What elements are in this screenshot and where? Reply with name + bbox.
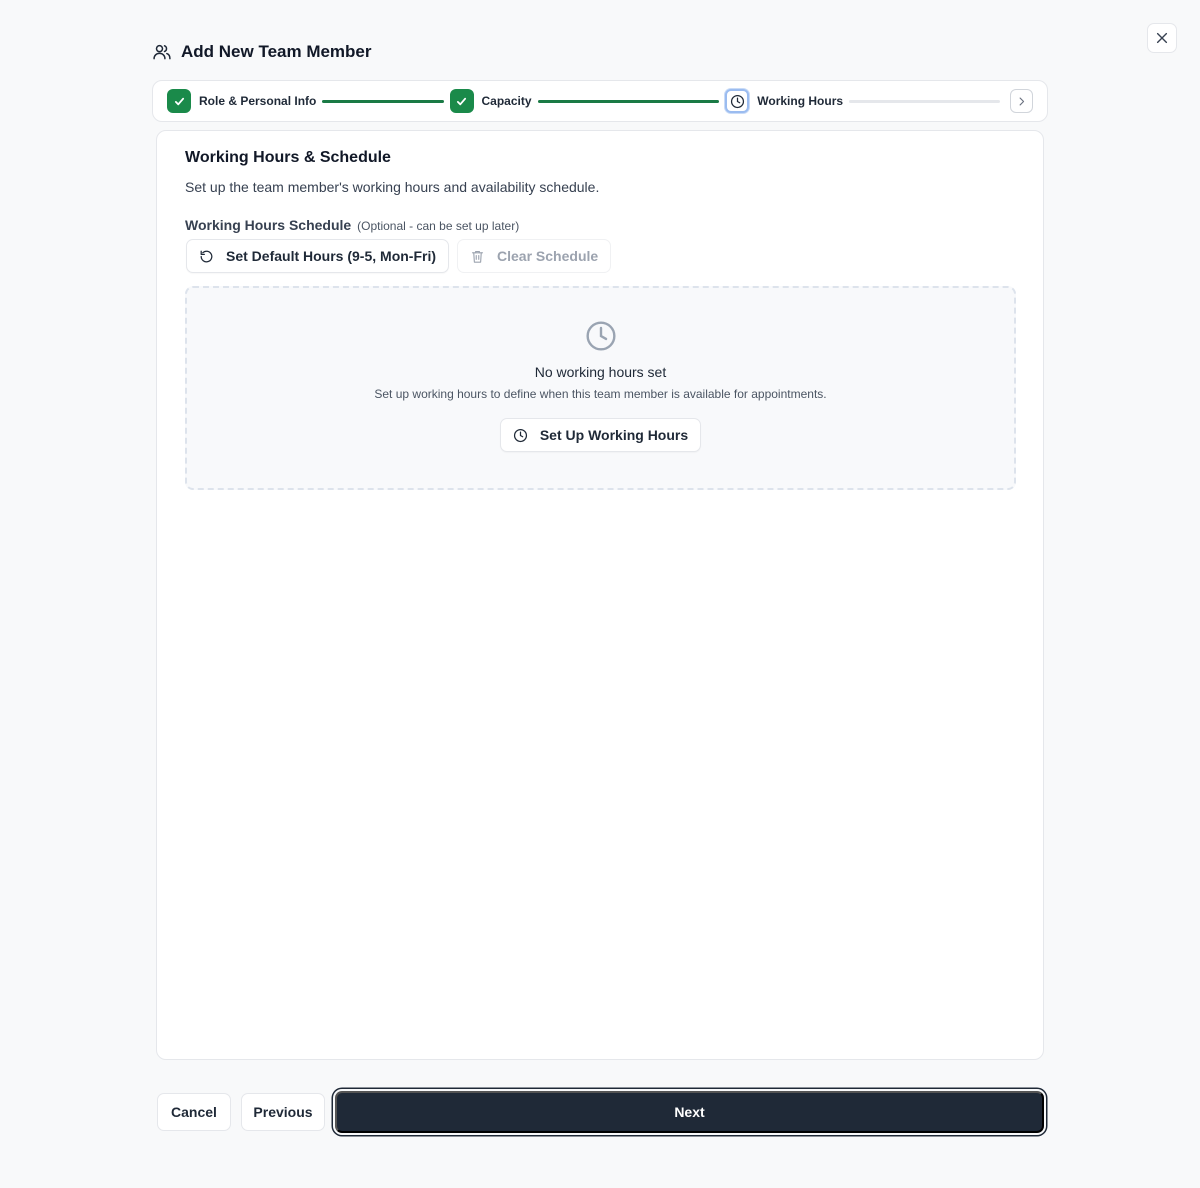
chevron-right-icon	[1019, 97, 1024, 105]
check-icon	[456, 97, 467, 105]
step-current-badge	[725, 89, 750, 113]
section-title: Working Hours & Schedule	[185, 149, 391, 166]
empty-state-title: No working hours set	[534, 364, 667, 380]
step-capacity[interactable]: Capacity	[449, 89, 532, 113]
schedule-actions: Set Default Hours (9-5, Mon-Fri) Clear S…	[186, 239, 612, 273]
stepper-next-button[interactable]	[1009, 89, 1033, 113]
set-default-hours-button[interactable]: Set Default Hours (9-5, Mon-Fri)	[186, 239, 450, 273]
users-icon	[153, 44, 171, 60]
step-role-personal-info[interactable]: Role & Personal Info	[167, 89, 316, 113]
step-connector	[849, 99, 1000, 103]
previous-button[interactable]: Previous	[241, 1093, 325, 1131]
close-button[interactable]	[1147, 23, 1177, 53]
step-complete-badge	[449, 89, 474, 113]
set-default-hours-label: Set Default Hours (9-5, Mon-Fri)	[226, 248, 437, 264]
schedule-label-text: Working Hours Schedule	[185, 217, 352, 233]
step-label: Working Hours	[757, 94, 844, 108]
step-connector	[322, 99, 444, 103]
dialog-title: Add New Team Member	[181, 42, 372, 61]
clear-schedule-button[interactable]: Clear Schedule	[457, 239, 612, 273]
next-button[interactable]: Next	[335, 1091, 1044, 1133]
clock-icon	[513, 428, 527, 442]
step-label: Role & Personal Info	[199, 94, 317, 108]
step-connector	[537, 99, 720, 103]
clock-icon	[585, 321, 616, 351]
check-icon	[174, 97, 184, 105]
empty-state-description: Set up working hours to define when this…	[374, 387, 827, 401]
set-up-working-hours-button[interactable]: Set Up Working Hours	[499, 418, 702, 452]
schedule-label: Working Hours Schedule (Optional - can b…	[185, 217, 519, 233]
dialog-header: Add New Team Member	[152, 41, 372, 63]
close-icon	[1156, 32, 1168, 44]
section-description: Set up the team member's working hours a…	[185, 179, 600, 195]
set-up-working-hours-label: Set Up Working Hours	[539, 427, 689, 443]
reset-icon	[200, 250, 213, 262]
step-working-hours[interactable]: Working Hours	[725, 89, 843, 113]
cancel-button[interactable]: Cancel	[157, 1093, 231, 1131]
empty-state: No working hours set Set up working hour…	[185, 286, 1016, 490]
clock-icon	[730, 94, 744, 108]
trash-icon	[471, 250, 484, 263]
step-label: Capacity	[481, 94, 532, 108]
progress-stepper: Role & Personal Info Capacity Working Ho…	[152, 80, 1048, 122]
step-complete-badge	[167, 89, 191, 113]
clear-schedule-label: Clear Schedule	[497, 248, 599, 264]
add-team-member-dialog: Add New Team Member Role & Personal Info…	[0, 0, 1200, 1188]
working-hours-card: Working Hours & Schedule Set up the team…	[156, 130, 1044, 1060]
schedule-optional-note: (Optional - can be set up later)	[357, 219, 520, 233]
